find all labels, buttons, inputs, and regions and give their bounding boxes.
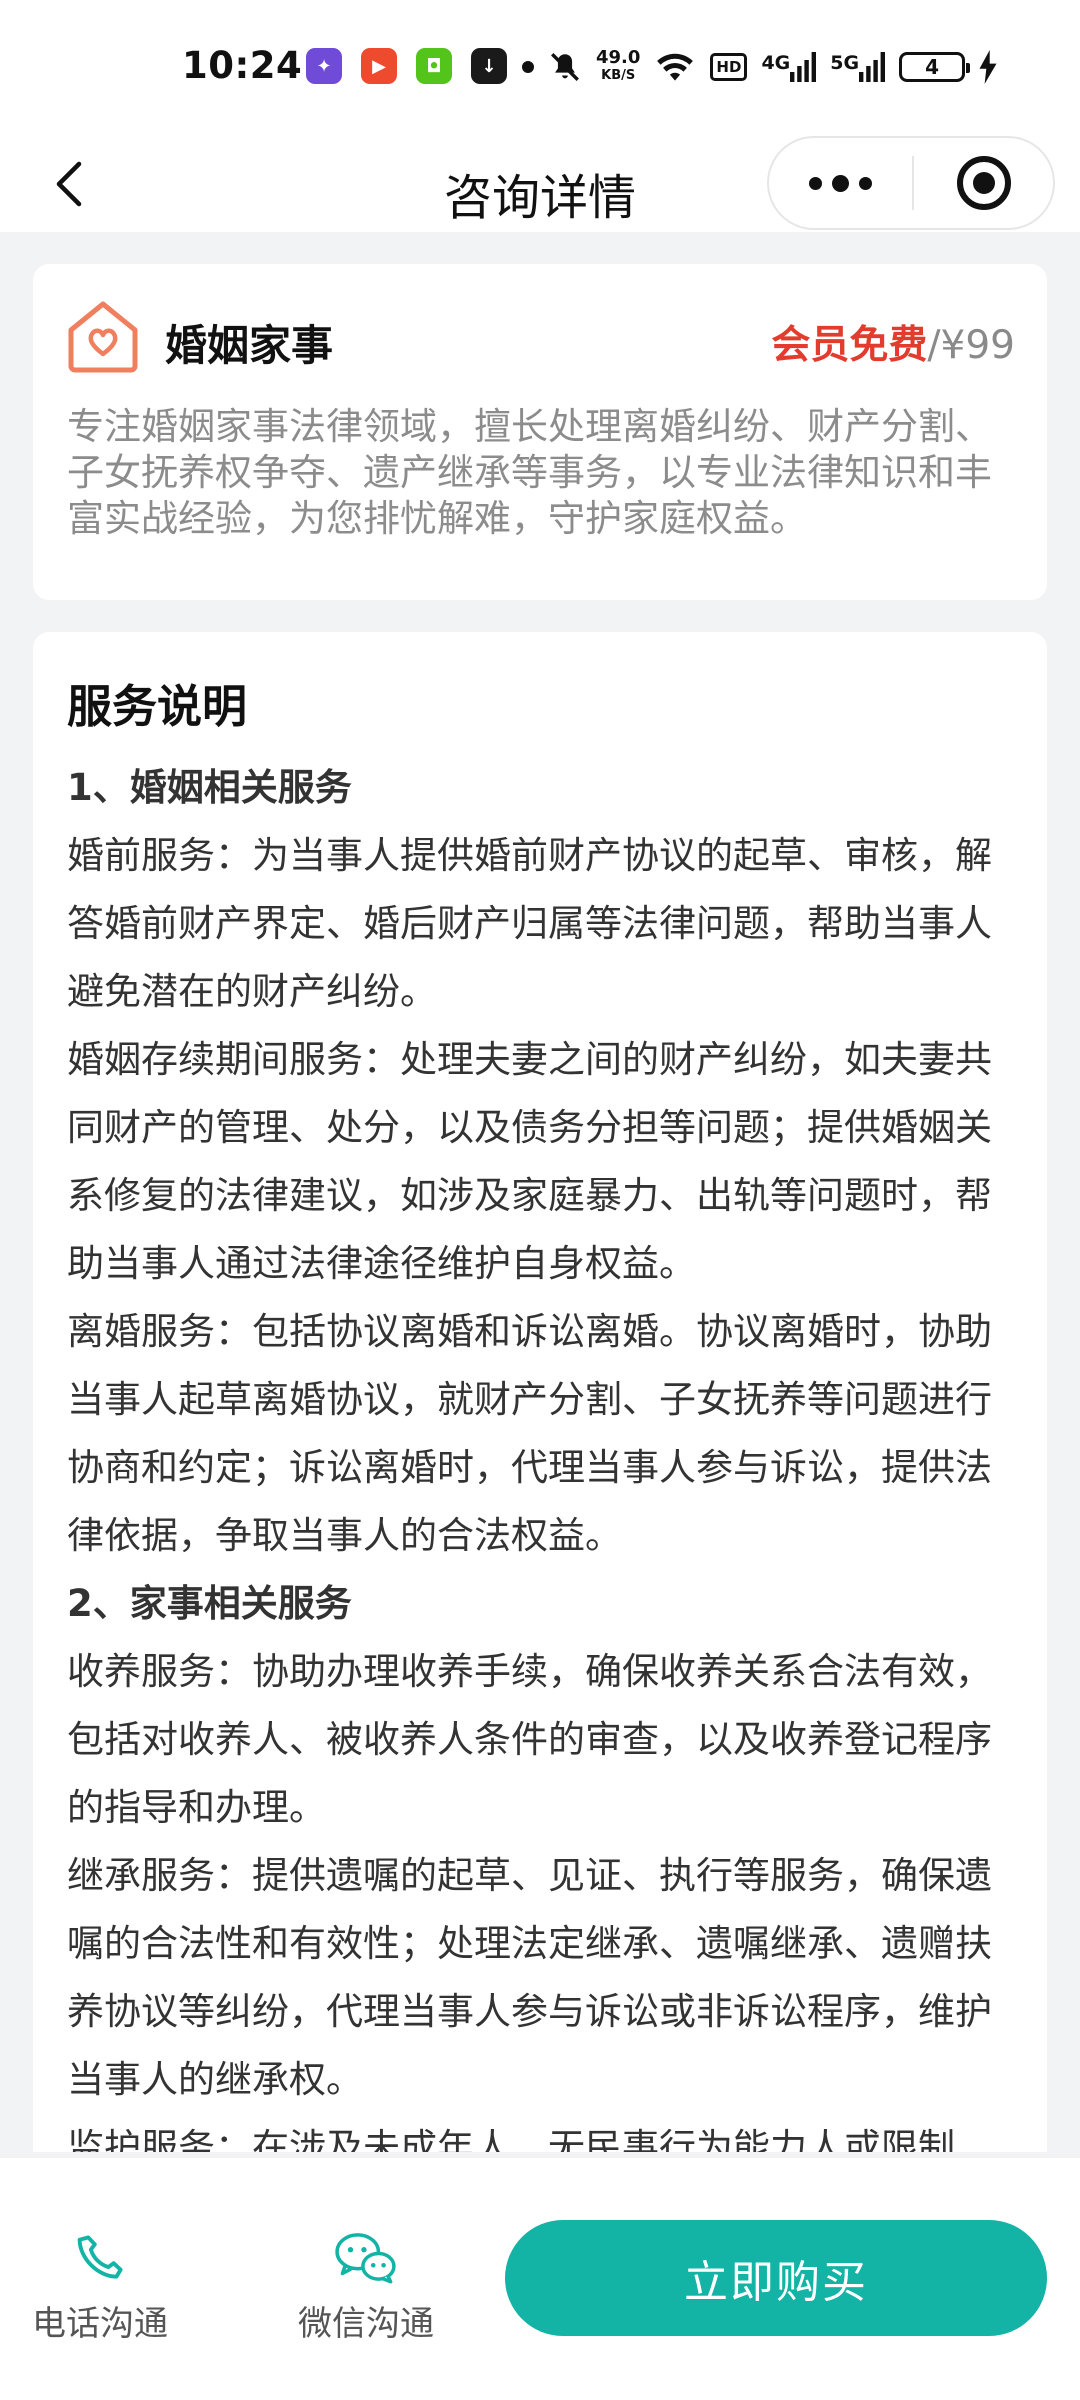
status-time: 10:24 [182, 44, 303, 87]
battery-icon: 4 [899, 52, 971, 82]
target-circle-icon [956, 156, 1011, 210]
more-dot-icon [809, 176, 822, 190]
signal-4g: 4G [761, 52, 817, 82]
close-mini-program-button[interactable] [914, 138, 1053, 228]
more-dot-icon [832, 174, 849, 192]
hd-badge: HD [710, 53, 748, 81]
service-description: 专注婚姻家事法律领域，擅长处理离婚纠纷、财产分割、子女抚养权争夺、遗产继承等事务… [67, 405, 992, 540]
service-detail-card: 服务说明 1、婚姻相关服务 婚前服务：为当事人提供婚前财产协议的起草、审核，解答… [33, 632, 1047, 2152]
net-speed-unit: KB/S [601, 68, 636, 83]
paragraph: 婚姻存续期间服务：处理夫妻之间的财产纠纷，如夫妻共同财产的管理、处分，以及债务分… [67, 1038, 992, 1285]
system-icons: 49.0 KB/S HD 4G 5G 4 [522, 46, 997, 88]
bottom-action-bar: 电话沟通 微信沟通 立即购买 [0, 2158, 1080, 2400]
wechat-icon [335, 2233, 396, 2284]
home-heart-icon [68, 301, 138, 373]
buy-now-button[interactable]: 立即购买 [505, 2220, 1047, 2336]
signal-4g-label: 4G [761, 52, 791, 74]
net-speed: 49.0 KB/S [596, 49, 640, 85]
video-app-icon: ▶ [361, 48, 397, 84]
paragraph: 继承服务：提供遗嘱的起草、见证、执行等服务，确保遗嘱的合法性和有效性；处理法定继… [67, 1854, 992, 2101]
signal-bars-icon [790, 52, 817, 82]
mute-bell-icon [551, 53, 579, 81]
service-info-card: 婚姻家事 会员免费/¥99 专注婚姻家事法律领域，擅长处理离婚纠纷、财产分割、子… [33, 264, 1047, 600]
mini-program-capsule [767, 136, 1055, 230]
phone-contact-button[interactable]: 电话沟通 [0, 2228, 200, 2345]
notification-dot-icon [522, 61, 534, 73]
shopping-app-icon: ◘ [416, 48, 452, 84]
wechat-contact-label: 微信沟通 [298, 2304, 434, 2344]
signal-5g: 5G [830, 52, 886, 82]
service-title: 婚姻家事 [165, 321, 334, 370]
net-speed-value: 49.0 [596, 47, 641, 68]
member-price: 会员免费 [771, 323, 928, 368]
signal-bars-icon [859, 52, 886, 82]
phone-icon [77, 2235, 123, 2279]
wechat-contact-button[interactable]: 微信沟通 [266, 2228, 466, 2345]
wifi-icon [657, 53, 694, 81]
notification-icons: ✦ ▶ ◘ ↓ [306, 48, 507, 84]
service-detail-body: 1、婚姻相关服务 婚前服务：为当事人提供婚前财产协议的起草、审核，解答婚前财产界… [67, 754, 1017, 2152]
section-title: 1、婚姻相关服务 [67, 766, 352, 809]
paragraph: 离婚服务：包括协议离婚和诉讼离婚。协议离婚时，协助当事人起草离婚协议，就财产分割… [67, 1310, 992, 1557]
paragraph: 婚前服务：为当事人提供婚前财产协议的起草、审核，解答婚前财产界定、婚后财产归属等… [67, 834, 992, 1013]
app-notification-icon: ✦ [306, 48, 342, 84]
nav-bar: 咨询详情 [0, 136, 1080, 232]
price-tag: 会员免费/¥99 [771, 314, 1015, 370]
status-bar: 10:24 ✦ ▶ ◘ ↓ 49.0 KB/S HD 4G 5G 4 [0, 0, 1080, 136]
section-title: 2、家事相关服务 [67, 1582, 352, 1625]
more-button[interactable] [769, 138, 912, 228]
service-detail-heading: 服务说明 [67, 680, 248, 733]
download-app-icon: ↓ [471, 48, 507, 84]
paragraph: 收养服务：协助办理收养手续，确保收养关系合法有效，包括对收养人、被收养人条件的审… [67, 1650, 992, 1829]
signal-5g-label: 5G [830, 52, 860, 74]
charging-icon [979, 50, 997, 84]
phone-contact-label: 电话沟通 [32, 2304, 168, 2344]
paragraph: 监护服务：在涉及未成年人、无民事行为能力人或限制 [67, 2126, 955, 2152]
more-dot-icon [859, 176, 872, 190]
original-price: /¥99 [927, 323, 1015, 368]
